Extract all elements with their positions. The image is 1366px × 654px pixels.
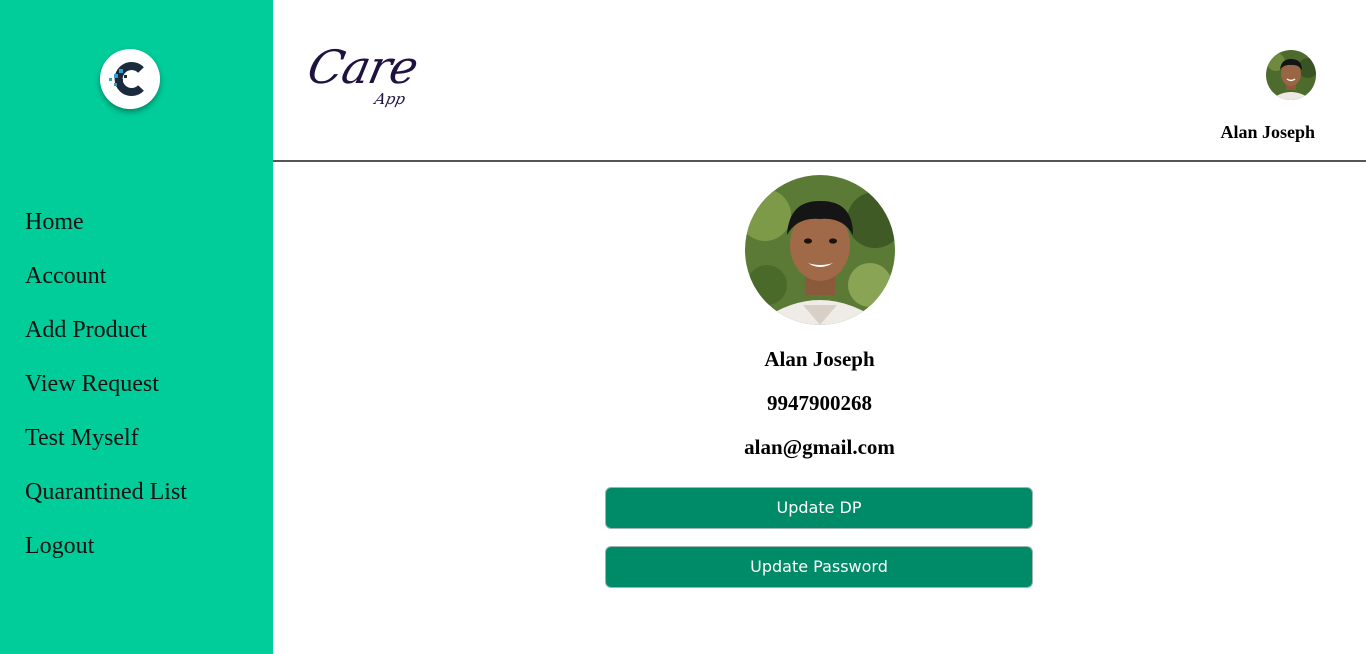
care-app-logo-icon[interactable] — [100, 49, 160, 109]
profile-phone: 9947900268 — [767, 391, 872, 415]
profile-picture — [745, 175, 895, 325]
sidebar: Home Account Add Product View Request Te… — [0, 0, 273, 654]
sidebar-item-logout[interactable]: Logout — [25, 519, 187, 573]
brand-title: Care — [303, 40, 423, 94]
brand-subtitle: App — [373, 90, 407, 108]
brand-logo[interactable]: Care App — [303, 40, 433, 120]
profile-email: alan@gmail.com — [744, 435, 895, 459]
profile-panel: Alan Joseph 9947900268 alan@gmail.com Up… — [273, 164, 1366, 654]
sidebar-nav: Home Account Add Product View Request Te… — [25, 195, 187, 573]
profile-name: Alan Joseph — [764, 347, 875, 371]
sidebar-item-quarantined-list[interactable]: Quarantined List — [25, 465, 187, 519]
app-root: Home Account Add Product View Request Te… — [0, 0, 1366, 654]
sidebar-item-test-myself[interactable]: Test Myself — [25, 411, 187, 465]
update-password-button[interactable]: Update Password — [605, 546, 1033, 588]
sidebar-item-home[interactable]: Home — [25, 195, 187, 249]
update-dp-button[interactable]: Update DP — [605, 487, 1033, 529]
sidebar-item-view-request[interactable]: View Request — [25, 357, 187, 411]
sidebar-item-add-product[interactable]: Add Product — [25, 303, 187, 357]
header-user-name: Alan Joseph — [1220, 122, 1315, 142]
sidebar-item-account[interactable]: Account — [25, 249, 187, 303]
top-header: Care App Alan Joseph — [273, 0, 1366, 162]
header-user-avatar[interactable] — [1266, 50, 1316, 100]
